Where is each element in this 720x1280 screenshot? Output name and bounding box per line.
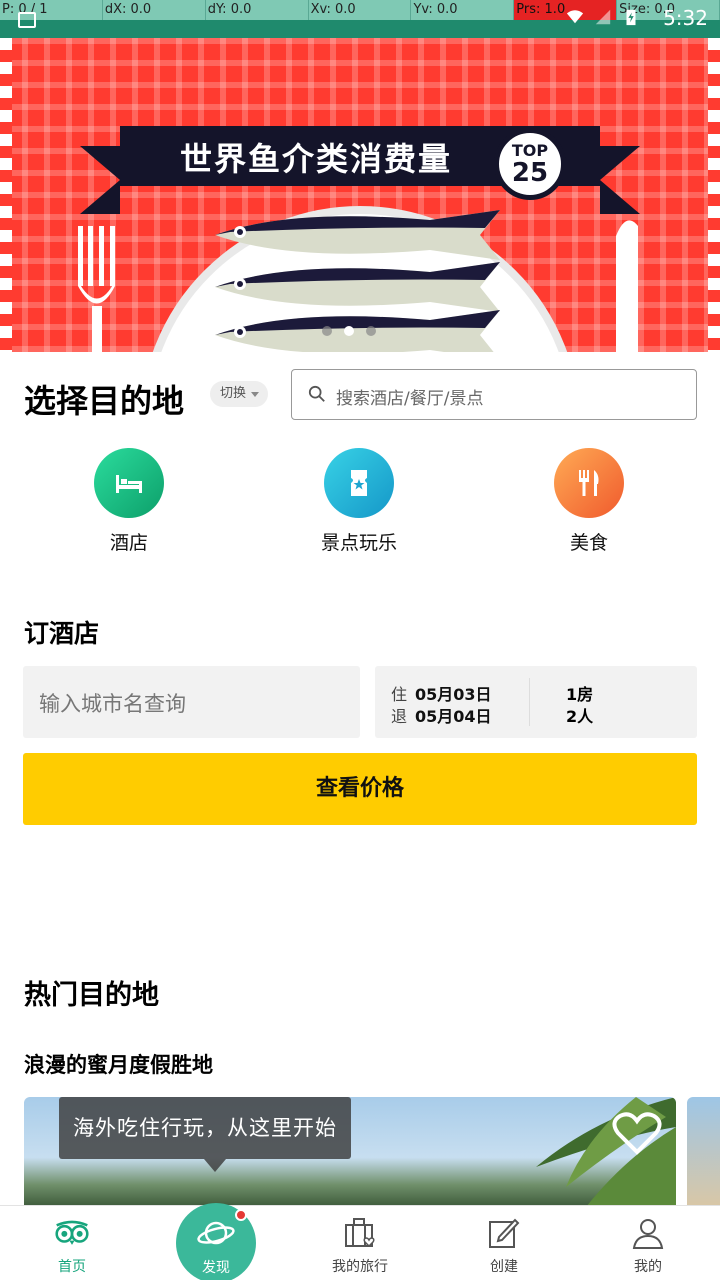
destination-card-next[interactable] (687, 1097, 720, 1207)
signal-icon (595, 9, 611, 25)
category-attractions[interactable]: 景点玩乐 (289, 448, 429, 555)
honeymoon-subtitle[interactable]: 浪漫的蜜月度假胜地 (24, 1049, 213, 1079)
category-food[interactable]: 美食 (519, 448, 659, 555)
nav-my-trips[interactable]: 我的旅行 (288, 1206, 432, 1280)
divider (529, 678, 530, 726)
category-hotel[interactable]: 酒店 (59, 448, 199, 555)
top-badge: TOP 25 (494, 128, 566, 200)
pager-dot-active[interactable] (344, 326, 354, 336)
user-icon (632, 1219, 664, 1249)
checkout-date: 05月04日 (415, 707, 492, 726)
fish-illustration (215, 262, 500, 312)
category-label: 酒店 (109, 532, 148, 554)
nav-create[interactable]: 创建 (432, 1206, 576, 1280)
checkin-label: 住 (391, 685, 408, 704)
pager-dot[interactable] (366, 326, 376, 336)
banner-pager (322, 326, 376, 336)
check-price-button[interactable]: 查看价格 (23, 753, 697, 825)
debug-dx: dX: 0.0 (102, 0, 206, 20)
fish-illustration (215, 210, 500, 260)
ticket-icon (351, 470, 367, 496)
top-badge-label: TOP (511, 141, 549, 160)
nav-label: 创建 (490, 1259, 518, 1275)
heart-icon[interactable] (612, 1112, 662, 1156)
city-input-placeholder: 输入城市名查询 (39, 692, 186, 716)
promo-banner[interactable]: 世界鱼介类消费量 TOP 25 (0, 38, 720, 352)
rooms-count: 1房 (566, 685, 594, 704)
nav-label: 发现 (202, 1260, 230, 1276)
guests-count: 2人 (566, 707, 594, 726)
status-time: 5:32 (663, 6, 708, 30)
top-badge-number: 25 (511, 158, 549, 188)
food-category-circle (554, 448, 624, 518)
banner-edge-left (0, 38, 12, 352)
debug-xv: Xv: 0.0 (308, 0, 412, 20)
debug-yv: Yv: 0.0 (411, 0, 515, 20)
notification-badge (235, 1209, 247, 1221)
battery-icon (626, 9, 636, 26)
bottom-navigation: 首页 我的旅行 创建 我的 (0, 1205, 720, 1280)
checkin-date: 05月03日 (415, 685, 492, 704)
checkout-row: 退 05月04日 (391, 703, 492, 727)
category-label: 景点玩乐 (320, 532, 397, 554)
search-icon (308, 385, 325, 402)
popular-destinations-title: 热门目的地 (24, 980, 159, 1011)
nav-profile[interactable]: 我的 (576, 1206, 720, 1280)
fork-illustration (78, 226, 115, 352)
switch-destination-button[interactable]: 切换 (210, 381, 268, 407)
edit-icon (489, 1218, 520, 1248)
owl-icon (55, 1220, 89, 1245)
banner-title: 世界鱼介类消费量 (180, 140, 453, 178)
status-icons (566, 8, 640, 26)
nav-label: 我的旅行 (332, 1259, 388, 1275)
checkin-row: 住 05月03日 (391, 681, 492, 705)
search-input[interactable]: 搜索酒店/餐厅/景点 (291, 369, 697, 420)
wifi-icon (566, 10, 584, 24)
banner-edge-right (708, 38, 720, 352)
bed-icon (116, 475, 142, 493)
debug-dy: dY: 0.0 (205, 0, 309, 20)
hotel-category-circle (94, 448, 164, 518)
fork-knife-icon (579, 470, 599, 496)
ribbon-tail-left (80, 146, 120, 214)
hotel-booking-title: 订酒店 (24, 619, 100, 648)
search-placeholder: 搜索酒店/餐厅/景点 (336, 389, 484, 409)
destination-title[interactable]: 选择目的地 (24, 376, 184, 422)
onboarding-tooltip: 海外吃住行玩，从这里开始 (59, 1097, 351, 1159)
nav-label: 我的 (634, 1259, 662, 1275)
checkout-label: 退 (391, 707, 408, 726)
pager-dot[interactable] (322, 326, 332, 336)
suitcase-icon (345, 1218, 375, 1248)
knife-illustration (616, 220, 638, 352)
planet-icon (197, 1221, 235, 1245)
category-label: 美食 (569, 532, 608, 554)
attractions-category-circle (324, 448, 394, 518)
debug-pointer: P: 0 / 1 (0, 0, 103, 20)
gallery-notification-icon (18, 12, 36, 28)
city-input[interactable]: 输入城市名查询 (23, 666, 360, 738)
ribbon-tail-right (600, 146, 640, 214)
nav-label: 首页 (58, 1259, 86, 1275)
nav-home[interactable]: 首页 (0, 1206, 144, 1280)
date-guest-selector[interactable]: 住 05月03日 退 05月04日 1房 2人 (375, 666, 697, 738)
tooltip-arrow (204, 1159, 226, 1172)
